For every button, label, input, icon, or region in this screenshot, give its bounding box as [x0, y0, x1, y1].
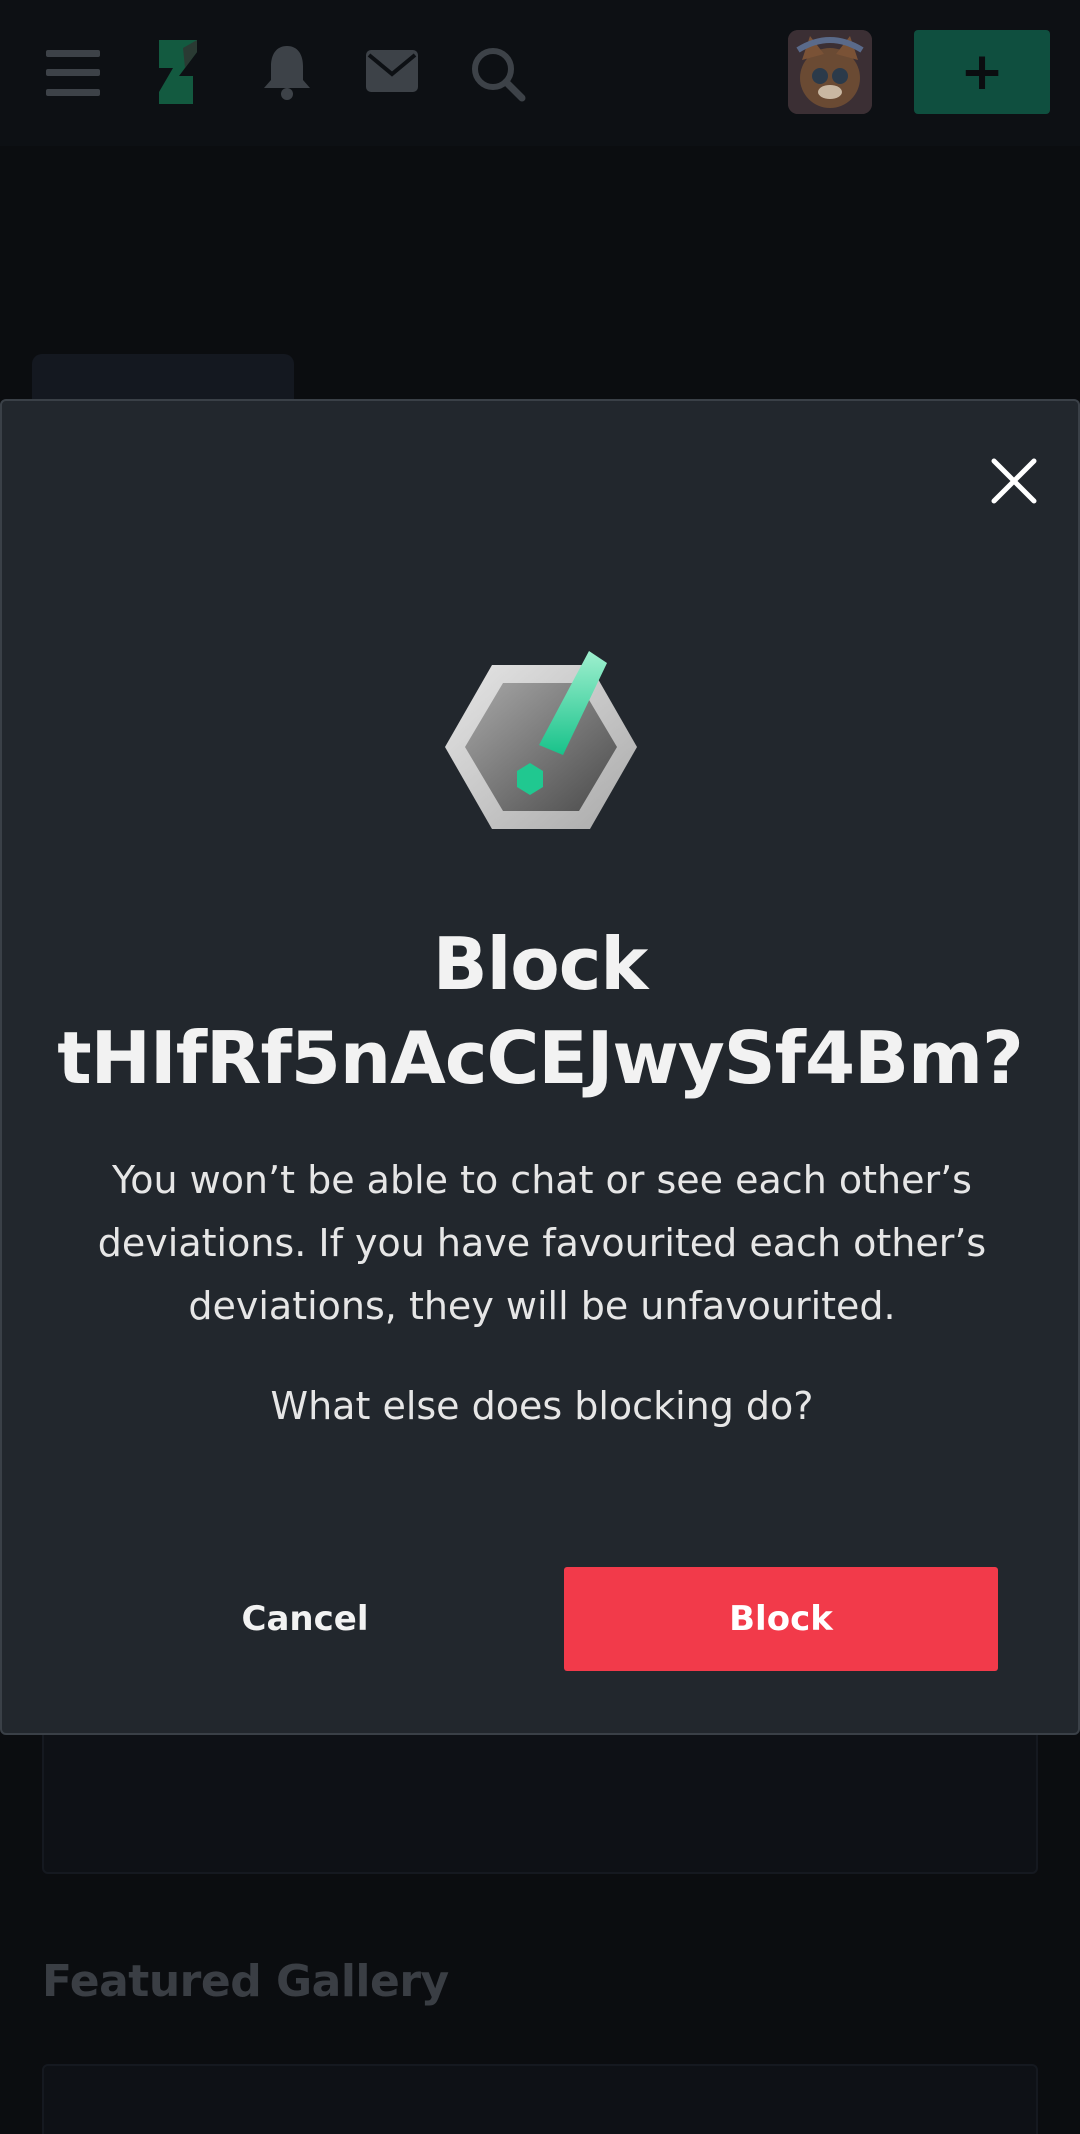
close-icon	[991, 458, 1037, 504]
background-card	[42, 1720, 1038, 1874]
plus-icon: +	[960, 42, 1004, 102]
deviantart-logo-icon[interactable]	[155, 38, 201, 106]
top-navigation-bar: +	[0, 0, 1080, 146]
close-button[interactable]	[984, 451, 1044, 511]
blocking-help-link[interactable]: What else does blocking do?	[142, 1381, 942, 1431]
dialog-description: You won’t be able to chat or see each ot…	[97, 1158, 987, 1328]
mail-icon[interactable]	[366, 50, 418, 92]
featured-gallery-heading: Featured Gallery	[42, 1956, 449, 2007]
avatar-image	[788, 30, 872, 114]
warning-hexagon-icon	[445, 651, 637, 829]
page: + Featured Gallery Block tHIfRf5nAcCEJwy…	[0, 0, 1080, 2134]
cancel-button[interactable]: Cancel	[152, 1567, 458, 1671]
featured-gallery-card	[42, 2064, 1038, 2134]
block-user-dialog: Block tHIfRf5nAcCEJwySf4Bm? You won’t be…	[0, 399, 1080, 1735]
user-avatar[interactable]	[788, 30, 872, 114]
create-button[interactable]: +	[914, 30, 1050, 114]
menu-icon[interactable]	[46, 48, 100, 98]
block-button[interactable]: Block	[564, 1567, 998, 1671]
search-icon[interactable]	[470, 46, 526, 102]
dialog-title: Block tHIfRf5nAcCEJwySf4Bm?	[57, 922, 1024, 1100]
bell-icon[interactable]	[262, 44, 312, 100]
